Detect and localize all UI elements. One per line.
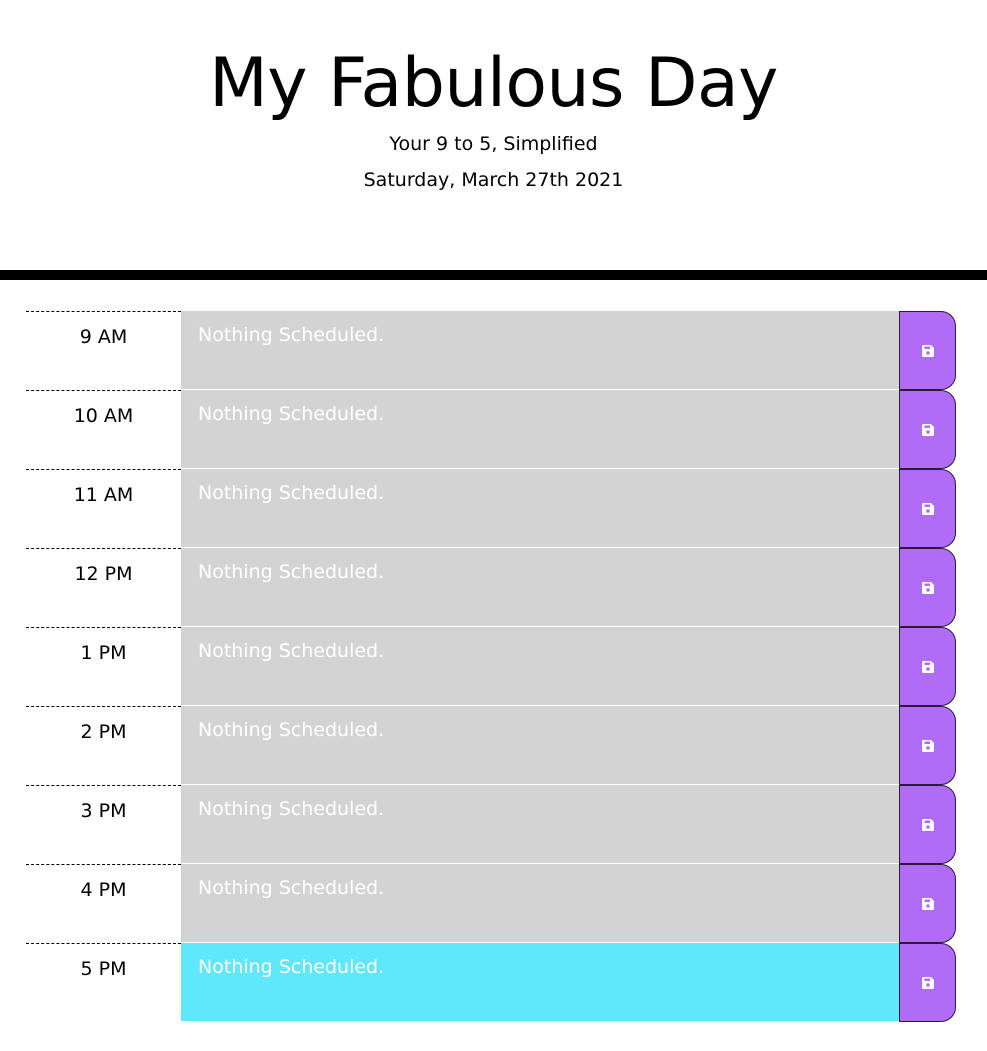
time-block-5pm: 5 PM Nothing Scheduled. — [26, 943, 956, 1022]
save-icon — [921, 739, 935, 753]
hour-label: 12 PM — [26, 548, 181, 627]
time-block-11am: 11 AM Nothing Scheduled. — [26, 469, 956, 548]
description-field[interactable]: Nothing Scheduled. — [181, 469, 899, 548]
hour-label: 3 PM — [26, 785, 181, 864]
save-icon — [921, 976, 935, 990]
save-icon — [921, 423, 935, 437]
time-block-2pm: 2 PM Nothing Scheduled. — [26, 706, 956, 785]
description-field[interactable]: Nothing Scheduled. — [181, 311, 899, 390]
hour-label: 2 PM — [26, 706, 181, 785]
save-button[interactable] — [899, 627, 956, 706]
hour-label: 5 PM — [26, 943, 181, 1022]
description-field[interactable]: Nothing Scheduled. — [181, 627, 899, 706]
header: My Fabulous Day Your 9 to 5, Simplified … — [0, 0, 987, 270]
hour-label: 10 AM — [26, 390, 181, 469]
description-field[interactable]: Nothing Scheduled. — [181, 864, 899, 943]
page-subtitle: Your 9 to 5, Simplified — [389, 133, 598, 155]
save-button[interactable] — [899, 943, 956, 1022]
current-date: Saturday, March 27th 2021 — [363, 169, 624, 191]
save-button[interactable] — [899, 469, 956, 548]
save-button[interactable] — [899, 311, 956, 390]
save-icon — [921, 581, 935, 595]
save-icon — [921, 660, 935, 674]
time-block-4pm: 4 PM Nothing Scheduled. — [26, 864, 956, 943]
time-block-12pm: 12 PM Nothing Scheduled. — [26, 548, 956, 627]
time-block-1pm: 1 PM Nothing Scheduled. — [26, 627, 956, 706]
save-icon — [921, 502, 935, 516]
save-icon — [921, 344, 935, 358]
time-block-3pm: 3 PM Nothing Scheduled. — [26, 785, 956, 864]
save-button[interactable] — [899, 785, 956, 864]
time-block-10am: 10 AM Nothing Scheduled. — [26, 390, 956, 469]
hour-label: 4 PM — [26, 864, 181, 943]
description-field[interactable]: Nothing Scheduled. — [181, 390, 899, 469]
description-field[interactable]: Nothing Scheduled. — [181, 706, 899, 785]
hour-label: 1 PM — [26, 627, 181, 706]
description-field[interactable]: Nothing Scheduled. — [181, 785, 899, 864]
description-field[interactable]: Nothing Scheduled. — [181, 943, 899, 1022]
description-field[interactable]: Nothing Scheduled. — [181, 548, 899, 627]
save-button[interactable] — [899, 548, 956, 627]
schedule: 9 AM Nothing Scheduled. 10 AM Nothing Sc… — [26, 311, 956, 1022]
hour-label: 9 AM — [26, 311, 181, 390]
hour-label: 11 AM — [26, 469, 181, 548]
save-icon — [921, 818, 935, 832]
save-button[interactable] — [899, 390, 956, 469]
save-button[interactable] — [899, 864, 956, 943]
header-divider — [0, 270, 987, 280]
time-block-9am: 9 AM Nothing Scheduled. — [26, 311, 956, 390]
save-button[interactable] — [899, 706, 956, 785]
save-icon — [921, 897, 935, 911]
page-title: My Fabulous Day — [209, 44, 778, 123]
